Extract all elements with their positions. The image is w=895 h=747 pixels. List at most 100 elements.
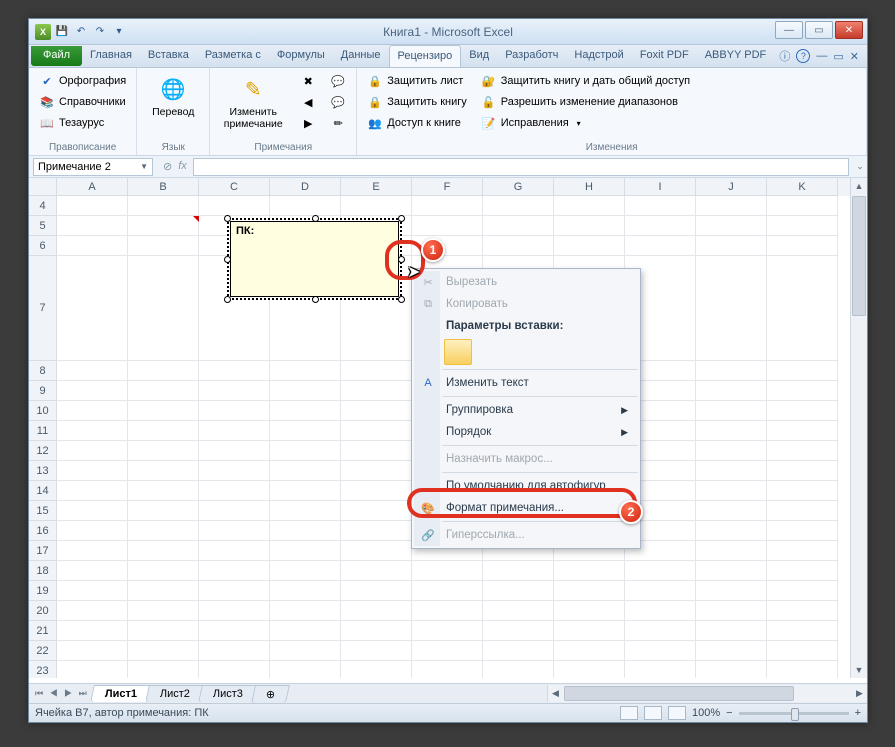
cell[interactable] <box>199 541 270 561</box>
cell[interactable] <box>483 621 554 641</box>
column-header[interactable]: G <box>483 178 554 196</box>
cell[interactable] <box>270 481 341 501</box>
tab-addins[interactable]: Надстрой <box>566 45 631 67</box>
cell[interactable] <box>554 641 625 661</box>
cell[interactable] <box>57 381 128 401</box>
tab-pagelayout[interactable]: Разметка с <box>197 45 269 67</box>
cell[interactable] <box>767 481 838 501</box>
menu-item-edit-text[interactable]: AИзменить текст <box>414 372 638 394</box>
cell[interactable] <box>199 641 270 661</box>
cell[interactable] <box>767 441 838 461</box>
cell[interactable] <box>767 256 838 361</box>
allow-ranges-button[interactable]: 🔓Разрешить изменение диапазонов <box>477 92 694 112</box>
tab-abbyypdf[interactable]: ABBYY PDF <box>697 45 775 67</box>
cell[interactable] <box>57 601 128 621</box>
cell[interactable] <box>57 661 128 678</box>
menu-item-default-autoshape[interactable]: По умолчанию для автофигур <box>414 475 638 497</box>
edit-comment-button[interactable]: ✎ Изменить примечание <box>216 71 290 140</box>
row-header[interactable]: 12 <box>29 441 57 461</box>
cell[interactable] <box>199 461 270 481</box>
cell[interactable] <box>128 481 199 501</box>
cell[interactable] <box>270 641 341 661</box>
cell[interactable] <box>483 216 554 236</box>
cell[interactable] <box>412 621 483 641</box>
cell[interactable] <box>128 461 199 481</box>
cell[interactable] <box>57 256 128 361</box>
view-pagelayout-button[interactable] <box>644 706 662 720</box>
cell[interactable] <box>412 601 483 621</box>
cell[interactable] <box>483 601 554 621</box>
cell[interactable] <box>696 541 767 561</box>
horizontal-scrollbar[interactable]: ◀ ▶ <box>547 685 867 702</box>
tab-view[interactable]: Вид <box>461 45 497 67</box>
tab-data[interactable]: Данные <box>333 45 389 67</box>
tab-review[interactable]: Рецензиро <box>389 45 462 67</box>
cell[interactable] <box>199 521 270 541</box>
resize-handle[interactable] <box>398 256 405 263</box>
sheet-tab-3[interactable]: Лист3 <box>198 685 258 702</box>
cell[interactable] <box>696 256 767 361</box>
tab-formulas[interactable]: Формулы <box>269 45 333 67</box>
vertical-scrollbar[interactable]: ▲ ▼ <box>850 178 867 678</box>
zoom-out-icon[interactable]: − <box>726 707 732 719</box>
cell[interactable] <box>696 521 767 541</box>
row-header[interactable]: 19 <box>29 581 57 601</box>
cell[interactable] <box>767 601 838 621</box>
cell[interactable] <box>412 641 483 661</box>
cell[interactable] <box>767 661 838 678</box>
cell[interactable] <box>128 561 199 581</box>
row-header[interactable]: 16 <box>29 521 57 541</box>
menu-item-group[interactable]: Группировка▶ <box>414 399 638 421</box>
cell[interactable] <box>554 621 625 641</box>
cell[interactable] <box>483 236 554 256</box>
cell[interactable] <box>57 461 128 481</box>
sheet-tab-2[interactable]: Лист2 <box>145 685 205 702</box>
cell[interactable] <box>483 196 554 216</box>
cell[interactable] <box>483 561 554 581</box>
cell[interactable] <box>767 196 838 216</box>
cell-comment[interactable]: ПК: <box>230 221 399 297</box>
cell[interactable] <box>625 581 696 601</box>
cell[interactable] <box>767 541 838 561</box>
cell[interactable] <box>57 196 128 216</box>
cell[interactable] <box>270 381 341 401</box>
expand-formula-bar-icon[interactable]: ⌄ <box>853 161 867 172</box>
cell[interactable] <box>341 381 412 401</box>
cell[interactable] <box>57 401 128 421</box>
cell[interactable] <box>270 401 341 421</box>
cell[interactable] <box>57 521 128 541</box>
scroll-left-icon[interactable]: ◀ <box>548 685 563 702</box>
prev-comment-button[interactable]: ◀ <box>296 92 320 112</box>
cell[interactable] <box>767 236 838 256</box>
cell[interactable] <box>57 621 128 641</box>
name-box[interactable]: Примечание 2 ▼ <box>33 158 153 176</box>
cell[interactable] <box>57 541 128 561</box>
tab-foxitpdf[interactable]: Foxit PDF <box>632 45 697 67</box>
cell[interactable] <box>341 661 412 678</box>
cell[interactable] <box>767 361 838 381</box>
cell[interactable] <box>128 401 199 421</box>
show-ink-button[interactable]: ✏ <box>326 113 350 133</box>
cell[interactable] <box>199 196 270 216</box>
cell[interactable] <box>57 441 128 461</box>
cell[interactable] <box>767 501 838 521</box>
show-comment-button[interactable]: 💬 <box>326 71 350 91</box>
cell[interactable] <box>696 501 767 521</box>
cell[interactable] <box>625 621 696 641</box>
row-header[interactable]: 17 <box>29 541 57 561</box>
column-header[interactable]: F <box>412 178 483 196</box>
resize-handle[interactable] <box>398 215 405 222</box>
cell[interactable] <box>767 216 838 236</box>
cell[interactable] <box>128 236 199 256</box>
resize-handle[interactable] <box>224 296 231 303</box>
protect-workbook-button[interactable]: 🔒Защитить книгу <box>363 92 471 112</box>
cell[interactable] <box>625 196 696 216</box>
cell[interactable] <box>767 641 838 661</box>
cell[interactable] <box>341 561 412 581</box>
cell[interactable] <box>696 601 767 621</box>
cell[interactable] <box>341 196 412 216</box>
share-workbook-button[interactable]: 👥Доступ к книге <box>363 113 471 133</box>
cell[interactable] <box>341 541 412 561</box>
cell[interactable] <box>767 381 838 401</box>
cell[interactable] <box>696 196 767 216</box>
